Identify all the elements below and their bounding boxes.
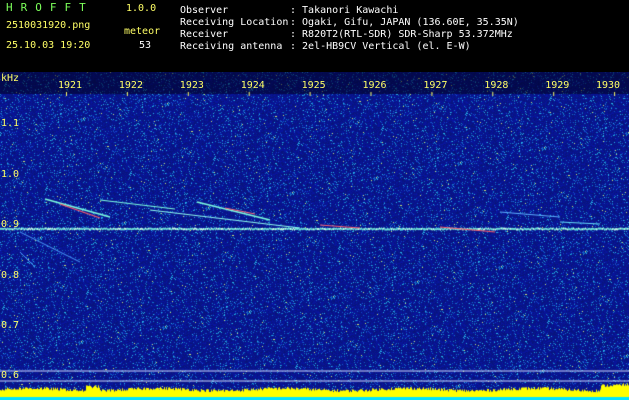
meteor-label: meteor	[124, 26, 161, 37]
observer-label: Observer	[180, 5, 229, 16]
x-tick-label: 1923	[179, 80, 204, 91]
file-name: 2510031920.png	[6, 20, 91, 31]
header-panel: HROFFT 1.0.0 2510031920.png 25.10.03 19:…	[0, 0, 629, 72]
receiver-label: Receiver	[180, 29, 229, 40]
x-tick-label: 1928	[484, 80, 509, 91]
location-value: : Ogaki, Gifu, JAPAN (136.60E, 35.35N)	[290, 17, 519, 28]
x-tick-label: 1921	[58, 80, 83, 91]
x-tick-label: 1929	[545, 80, 570, 91]
x-tick-label: 1930	[596, 80, 621, 91]
x-tick-label: 1925	[301, 80, 326, 91]
antenna-value: : 2el-HB9CV Vertical (el. E-W)	[290, 41, 471, 52]
meteor-count: 53	[139, 40, 152, 51]
y-tick-label: 1.1	[1, 118, 20, 129]
app-version: 1.0.0	[126, 3, 157, 14]
antenna-label: Receiving antenna	[180, 41, 283, 52]
file-datetime: 25.10.03 19:20	[6, 40, 91, 51]
x-tick-label: 1922	[118, 80, 143, 91]
location-label: Receiving Location	[180, 17, 289, 28]
receiver-value: : R820T2(RTL-SDR) SDR-Sharp 53.372MHz	[290, 29, 513, 40]
axis-unit-label: kHz	[1, 73, 20, 84]
x-tick-label: 1926	[362, 80, 387, 91]
x-tick-label: 1924	[240, 80, 265, 91]
app-brand: HROFFT	[6, 1, 94, 14]
y-tick-label: 0.9	[1, 219, 20, 230]
spectrogram-canvas	[0, 72, 629, 400]
observer-value: : Takanori Kawachi	[290, 5, 399, 16]
y-tick-label: 1.0	[1, 169, 20, 180]
y-tick-label: 0.8	[1, 270, 20, 281]
y-tick-label: 0.6	[1, 370, 20, 381]
y-tick-label: 0.7	[1, 320, 20, 331]
spectrogram-panel: kHz 1.1 1.0 0.9 0.8 0.7 0.6 1921 1922 1923 1924 1…	[0, 72, 629, 400]
x-tick-label: 1927	[423, 80, 448, 91]
